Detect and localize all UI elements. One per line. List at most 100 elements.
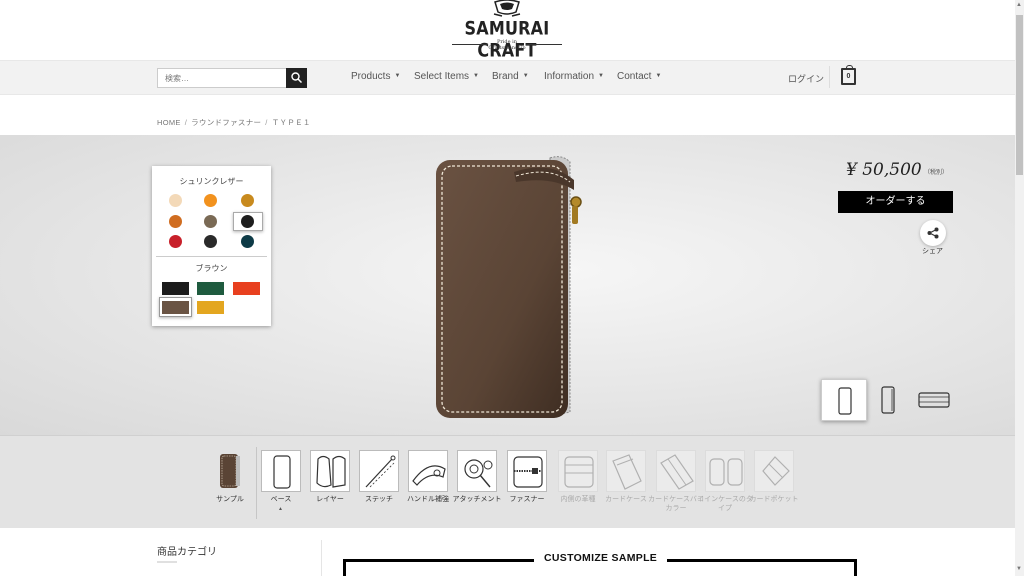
caret-down-icon: ▼ bbox=[598, 73, 604, 79]
leather-swatch[interactable] bbox=[197, 301, 224, 314]
part-label: ファスナー bbox=[509, 496, 545, 503]
color-swatch[interactable] bbox=[169, 235, 182, 248]
leather-swatch[interactable] bbox=[197, 282, 224, 295]
part-label: ベース bbox=[270, 496, 292, 503]
part-card-case-bicolor: カードケースバイカラー bbox=[648, 450, 704, 520]
inner-leather-icon bbox=[564, 456, 594, 488]
breadcrumb-current: ＴＹＰＥ１ bbox=[271, 118, 311, 127]
title-underline bbox=[157, 561, 177, 563]
leather-swatch[interactable] bbox=[233, 282, 260, 295]
color-swatch[interactable] bbox=[241, 194, 254, 207]
card-pocket-icon bbox=[762, 456, 790, 486]
caret-down-icon: ▼ bbox=[394, 73, 401, 79]
panel-divider bbox=[156, 256, 267, 257]
part-label: カードポケット bbox=[749, 496, 799, 503]
color-swatch[interactable] bbox=[169, 194, 182, 207]
product-price: ¥ 50,500 bbox=[846, 160, 922, 180]
swatch-group-title: シュリンクレザー bbox=[179, 177, 244, 186]
part-base[interactable]: ベース ▲ bbox=[259, 450, 303, 520]
part-thumb bbox=[310, 450, 350, 492]
order-button[interactable]: オーダーする bbox=[838, 191, 953, 213]
base-outline-icon bbox=[273, 455, 291, 489]
content-divider bbox=[321, 540, 322, 576]
part-thumb bbox=[261, 450, 301, 492]
nav-item-information[interactable]: Information ▼ bbox=[544, 71, 604, 82]
part-thumb bbox=[558, 450, 598, 492]
part-thumb bbox=[754, 450, 794, 492]
breadcrumb-category[interactable]: ラウンドファスナー bbox=[191, 118, 261, 127]
cart-icon[interactable]: 0 bbox=[841, 65, 856, 85]
nav-item-products[interactable]: Products ▼ bbox=[351, 71, 400, 82]
nav-item-label: Information bbox=[544, 71, 595, 82]
leather-swatch-selected[interactable] bbox=[162, 301, 189, 314]
handle-reinforcement-icon bbox=[412, 465, 446, 486]
scroll-up-arrow-icon[interactable]: ▲ bbox=[1016, 2, 1022, 8]
stitch-needle-icon bbox=[365, 455, 396, 488]
part-label: カードケース bbox=[605, 496, 647, 503]
search-icon bbox=[291, 72, 302, 83]
color-swatch[interactable] bbox=[241, 235, 254, 248]
site-logo[interactable]: SAMURAI CRAFT Pride in Craftsmanship bbox=[448, 0, 566, 61]
part-label: カードケースバイカラー bbox=[648, 496, 704, 512]
color-swatch[interactable] bbox=[169, 215, 182, 228]
part-thumb bbox=[457, 450, 497, 492]
scrollbar-thumb[interactable] bbox=[1016, 15, 1023, 175]
site-header: SAMURAI CRAFT Pride in Craftsmanship bbox=[0, 0, 1024, 61]
login-link[interactable]: ログイン bbox=[788, 72, 824, 85]
part-label: サンプル bbox=[216, 496, 244, 503]
nav-item-label: Brand bbox=[492, 71, 519, 82]
search-button[interactable] bbox=[286, 68, 307, 88]
tax-note: （税別） bbox=[924, 170, 949, 176]
part-sample[interactable]: サンプル bbox=[208, 450, 252, 520]
color-swatch[interactable] bbox=[204, 235, 217, 248]
part-card-pocket: カードポケット bbox=[750, 450, 799, 520]
view-front-thumb[interactable] bbox=[821, 379, 867, 421]
share-button[interactable] bbox=[920, 220, 946, 246]
part-coin-case-type: コインケースのタイプ bbox=[697, 450, 753, 520]
part-thumb bbox=[507, 450, 547, 492]
nav-item-contact[interactable]: Contact ▼ bbox=[617, 71, 661, 82]
zipper-icon bbox=[513, 456, 543, 488]
part-thumb bbox=[705, 450, 745, 492]
part-thumb bbox=[606, 450, 646, 492]
product-category-title: 商品カテゴリ bbox=[157, 547, 217, 558]
part-thumb bbox=[359, 450, 399, 492]
breadcrumb-home[interactable]: HOME bbox=[157, 118, 181, 127]
color-swatch[interactable] bbox=[204, 194, 217, 207]
part-label: ハンドル補強 bbox=[407, 496, 449, 503]
swatch-group-title: ブラウン bbox=[195, 264, 228, 273]
nav-divider bbox=[829, 66, 830, 88]
part-layer[interactable]: レイヤー bbox=[308, 450, 352, 520]
caret-down-icon: ▼ bbox=[473, 73, 479, 79]
color-swatch[interactable] bbox=[204, 215, 217, 228]
search-input[interactable] bbox=[157, 68, 287, 88]
share-label: シェア bbox=[922, 248, 943, 255]
part-fastener[interactable]: ファスナー bbox=[505, 450, 549, 520]
coin-case-icon bbox=[709, 458, 743, 486]
leather-swatch[interactable] bbox=[162, 282, 189, 295]
search-form bbox=[157, 68, 307, 88]
color-swatch-panel: シュリンクレザー ブラウン bbox=[152, 166, 271, 326]
part-attachment[interactable]: アタッチメント bbox=[453, 450, 502, 520]
part-handle[interactable]: ハンドル補強 bbox=[406, 450, 450, 520]
view-back-thumb[interactable] bbox=[866, 379, 912, 421]
wallet-back-view-icon bbox=[881, 386, 895, 414]
part-card-case: カードケース bbox=[604, 450, 648, 520]
nav-item-label: Contact bbox=[617, 71, 652, 82]
caret-down-icon: ▼ bbox=[522, 73, 529, 79]
part-stitch[interactable]: ステッチ bbox=[357, 450, 401, 520]
wallet-sample-icon bbox=[220, 454, 240, 488]
nav-item-brand[interactable]: Brand ▼ bbox=[492, 71, 529, 82]
color-swatch-selected[interactable] bbox=[241, 215, 254, 228]
page-scrollbar[interactable]: ▲ ▼ bbox=[1015, 0, 1024, 576]
part-thumb bbox=[408, 450, 448, 492]
part-thumb bbox=[656, 450, 696, 492]
part-label: コインケースのタイプ bbox=[697, 496, 753, 512]
nav-item-label: Products bbox=[351, 71, 391, 82]
share-icon bbox=[927, 227, 939, 239]
part-inner-leather: 内側の革種 bbox=[556, 450, 600, 520]
part-label: アタッチメント bbox=[452, 496, 502, 503]
view-open-thumb[interactable] bbox=[911, 379, 957, 421]
nav-item-select-items[interactable]: Select Items ▼ bbox=[414, 71, 479, 82]
scroll-down-arrow-icon[interactable]: ▼ bbox=[1016, 566, 1022, 572]
